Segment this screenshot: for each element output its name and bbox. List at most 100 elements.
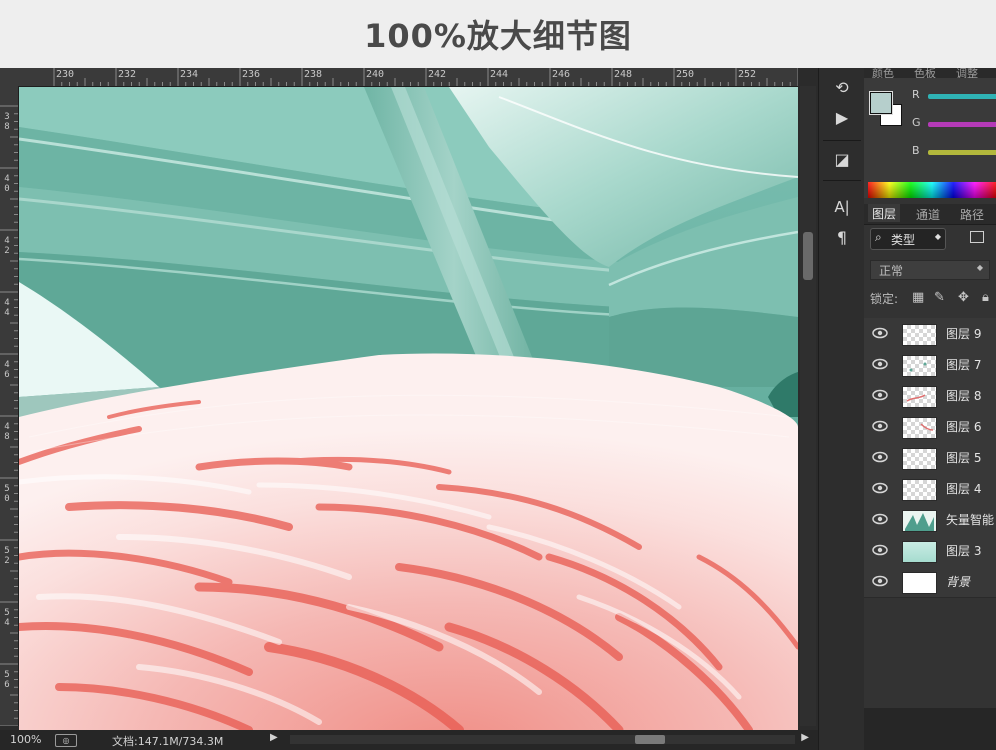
ruler-label: 44 — [4, 298, 10, 318]
layers-panel-footer — [864, 708, 996, 750]
tab-channels[interactable]: 通道 — [912, 206, 944, 223]
red-channel-slider[interactable] — [928, 94, 996, 99]
horizontal-scroll-thumb[interactable] — [635, 735, 665, 744]
layer-thumbnail — [902, 510, 937, 532]
color-panel-tabs: 颜色 色板 调整 — [864, 68, 996, 78]
tab-swatches[interactable]: 色板 — [914, 68, 936, 78]
ruler-label: 230 — [56, 69, 75, 80]
lock-image-pixels-icon[interactable]: ✎ — [934, 290, 945, 305]
layer-filter-label: 类型 — [891, 233, 916, 247]
layer-row[interactable]: 图层 5 — [864, 442, 996, 474]
layer-name: 图层 5 — [946, 451, 982, 465]
layer-row[interactable]: 图层 8 — [864, 380, 996, 412]
visibility-eye-icon[interactable] — [872, 357, 888, 371]
visibility-eye-icon[interactable] — [872, 388, 888, 402]
lock-transparent-pixels-icon[interactable]: ▦ — [912, 290, 924, 305]
character-icon[interactable]: A| — [829, 196, 855, 218]
layer-name: 背景 — [946, 575, 971, 589]
ruler-label: 50 — [4, 484, 10, 504]
ruler-label: 238 — [304, 69, 323, 80]
layer-name: 图层 3 — [946, 544, 982, 558]
visibility-eye-icon[interactable] — [872, 481, 888, 495]
layer-row[interactable]: 矢量智能 — [864, 504, 996, 536]
blue-channel-slider[interactable] — [928, 150, 996, 155]
zoom-level[interactable]: 100% — [10, 733, 41, 746]
ruler-label: 240 — [366, 69, 385, 80]
red-channel-label: R — [912, 88, 920, 101]
ruler-label: 38 — [4, 112, 10, 132]
page-title-bar: 100%放大细节图 — [0, 0, 996, 68]
ruler-label: 252 — [738, 69, 757, 80]
visibility-eye-icon[interactable] — [872, 574, 888, 588]
tool-divider — [823, 180, 861, 181]
search-icon: ⌕ — [875, 230, 882, 244]
document-size-info: 文档:147.1M/734.3M — [112, 735, 224, 748]
layer-row[interactable]: 图层 3 — [864, 535, 996, 567]
layers-panel-tabs: 图层 通道 路径 — [864, 204, 996, 225]
blue-channel-label: B — [912, 144, 920, 157]
color-panel: R G B — [864, 78, 996, 198]
layer-filter-select[interactable]: ⌕ 类型 ◆ — [870, 228, 946, 250]
lock-label: 锁定: — [870, 292, 899, 306]
ruler-label: 250 — [676, 69, 695, 80]
foreground-color-swatch[interactable] — [869, 91, 893, 115]
tool-divider — [823, 140, 861, 141]
status-bar: 100% ◎ 文档:147.1M/734.3M ▶ ▶ — [0, 730, 820, 750]
color-spectrum-bar[interactable] — [868, 182, 996, 198]
tab-adjustments[interactable]: 调整 — [956, 68, 978, 78]
ruler-label: 242 — [428, 69, 447, 80]
history-icon[interactable]: ⟲ — [829, 76, 855, 98]
layer-thumbnail — [902, 541, 937, 563]
left-ruler[interactable]: 38 40 42 44 46 48 50 52 54 56 — [0, 86, 19, 726]
artwork-image — [19, 87, 798, 730]
layer-row[interactable]: 图层 6 — [864, 411, 996, 443]
play-action-icon[interactable]: ▶ — [829, 106, 855, 128]
visibility-eye-icon[interactable] — [872, 512, 888, 526]
ruler-label: 246 — [552, 69, 571, 80]
layer-row[interactable]: 图层 7 — [864, 349, 996, 381]
layer-name: 图层 4 — [946, 482, 982, 496]
horizontal-scrollbar[interactable]: ▶ — [290, 732, 809, 744]
tab-paths[interactable]: 路径 — [956, 206, 988, 223]
layer-thumbnail — [902, 355, 937, 377]
ruler-label: 244 — [490, 69, 509, 80]
layer-row[interactable]: 图层 4 — [864, 473, 996, 505]
vertical-scroll-thumb[interactable] — [803, 232, 813, 280]
ruler-label: 48 — [4, 422, 10, 442]
blend-mode-select[interactable]: 正常 ◆ — [870, 260, 990, 280]
scroll-right-arrow-icon[interactable]: ▶ — [801, 732, 809, 743]
image-filter-icon[interactable] — [970, 231, 984, 243]
layer-name: 图层 6 — [946, 420, 982, 434]
tab-color[interactable]: 颜色 — [872, 68, 894, 78]
panel-icon-strip: ⟲ ▶ ◪ A| ¶ — [818, 68, 866, 750]
layer-thumbnail — [902, 324, 937, 346]
layer-name: 图层 9 — [946, 327, 982, 341]
layer-thumbnail — [902, 417, 937, 439]
layer-row[interactable]: 背景 — [864, 566, 996, 598]
ruler-label: 234 — [180, 69, 199, 80]
layer-name: 图层 8 — [946, 389, 982, 403]
layer-thumbnail — [902, 386, 937, 408]
view-options-icon[interactable]: ◎ — [55, 734, 77, 747]
layer-thumbnail — [902, 479, 937, 501]
chevron-down-icon: ◆ — [934, 232, 941, 241]
visibility-eye-icon[interactable] — [872, 543, 888, 557]
document-canvas[interactable] — [19, 87, 798, 730]
tab-layers[interactable]: 图层 — [868, 204, 901, 222]
3d-icon[interactable]: ◪ — [829, 148, 855, 170]
layer-row[interactable]: 图层 9 — [864, 318, 996, 350]
layer-name: 矢量智能 — [946, 513, 995, 527]
lock-position-icon[interactable]: ✥ — [958, 290, 969, 305]
ruler-label: 248 — [614, 69, 633, 80]
status-menu-arrow-icon[interactable]: ▶ — [270, 732, 278, 743]
green-channel-slider[interactable] — [928, 122, 996, 127]
paragraph-icon[interactable]: ¶ — [829, 226, 855, 248]
visibility-eye-icon[interactable] — [872, 450, 888, 464]
top-ruler[interactable]: 230 232 234 236 238 240 242 244 246 248 … — [18, 68, 798, 87]
visibility-eye-icon[interactable] — [872, 419, 888, 433]
visibility-eye-icon[interactable] — [872, 326, 888, 340]
ruler-label: 42 — [4, 236, 10, 256]
lock-all-icon[interactable]: 🔒︎ — [982, 290, 989, 305]
vertical-scrollbar[interactable] — [800, 86, 816, 726]
ruler-label: 46 — [4, 360, 10, 380]
